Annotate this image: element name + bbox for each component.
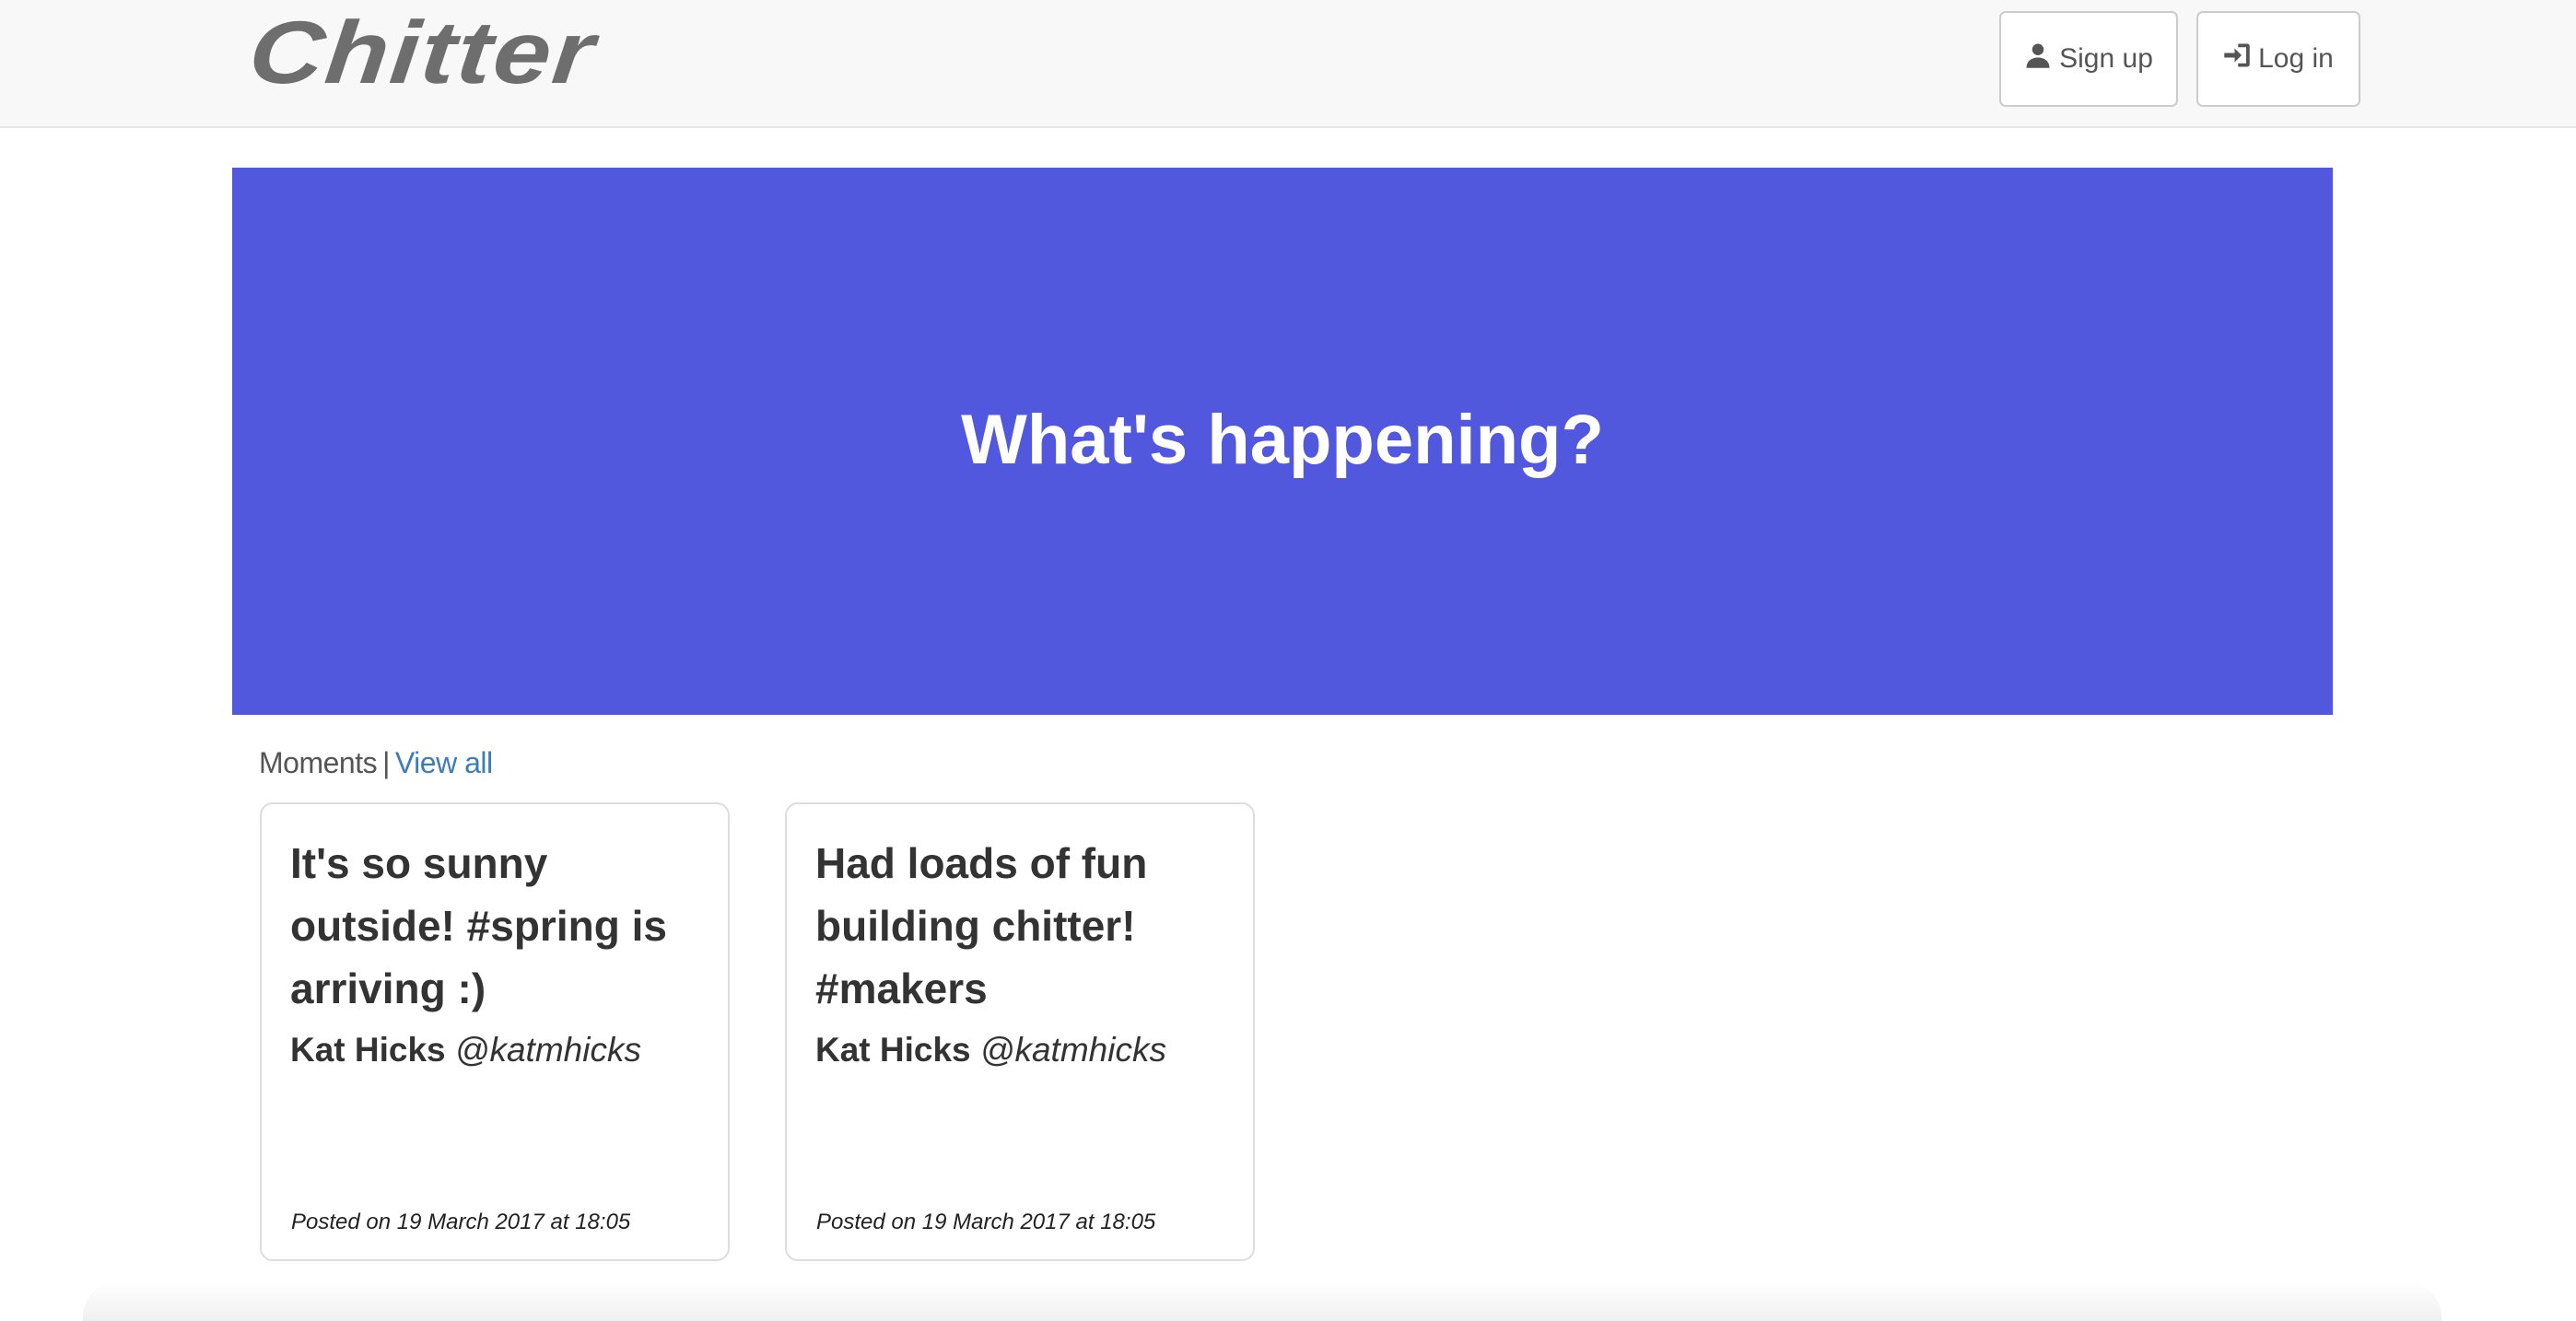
peep-timestamp: Posted on 19 March 2017 at 18:05 [291,1210,631,1234]
moments-label: Moments [259,746,378,779]
login-label: Log in [2258,43,2334,74]
hero-title: What's happening? [961,400,1604,479]
moments-header: Moments | View all [259,746,493,780]
brand-logo[interactable]: Chitter [244,3,600,102]
hero-banner: What's happening? [232,168,2333,715]
author-handle: @katmhicks [979,1031,1166,1069]
signup-button[interactable]: Sign up [1999,11,2178,107]
peep-card[interactable]: It's so sunny outside! #spring is arrivi… [260,802,730,1261]
peep-text: Had loads of fun building chitter! #make… [815,839,1148,1012]
peep-author: Kat Hicks @katmhicks [815,1029,1225,1071]
window-bottom-shadow [83,1280,2441,1321]
moments-separator: | [382,746,390,779]
peep-card[interactable]: Had loads of fun building chitter! #make… [785,802,1255,1261]
user-icon [2024,41,2052,76]
navbar: Chitter Sign up Log in [0,0,2576,128]
author-name: Kat Hicks [290,1031,446,1069]
peep-author: Kat Hicks @katmhicks [290,1029,700,1071]
author-name: Kat Hicks [815,1031,971,1069]
login-button[interactable]: Log in [2196,11,2360,107]
author-handle: @katmhicks [454,1031,641,1069]
signup-label: Sign up [2059,43,2153,74]
log-in-icon [2223,41,2251,76]
peep-text: It's so sunny outside! #spring is arrivi… [290,839,667,1012]
view-all-link[interactable]: View all [395,746,493,779]
peep-timestamp: Posted on 19 March 2017 at 18:05 [816,1210,1156,1234]
